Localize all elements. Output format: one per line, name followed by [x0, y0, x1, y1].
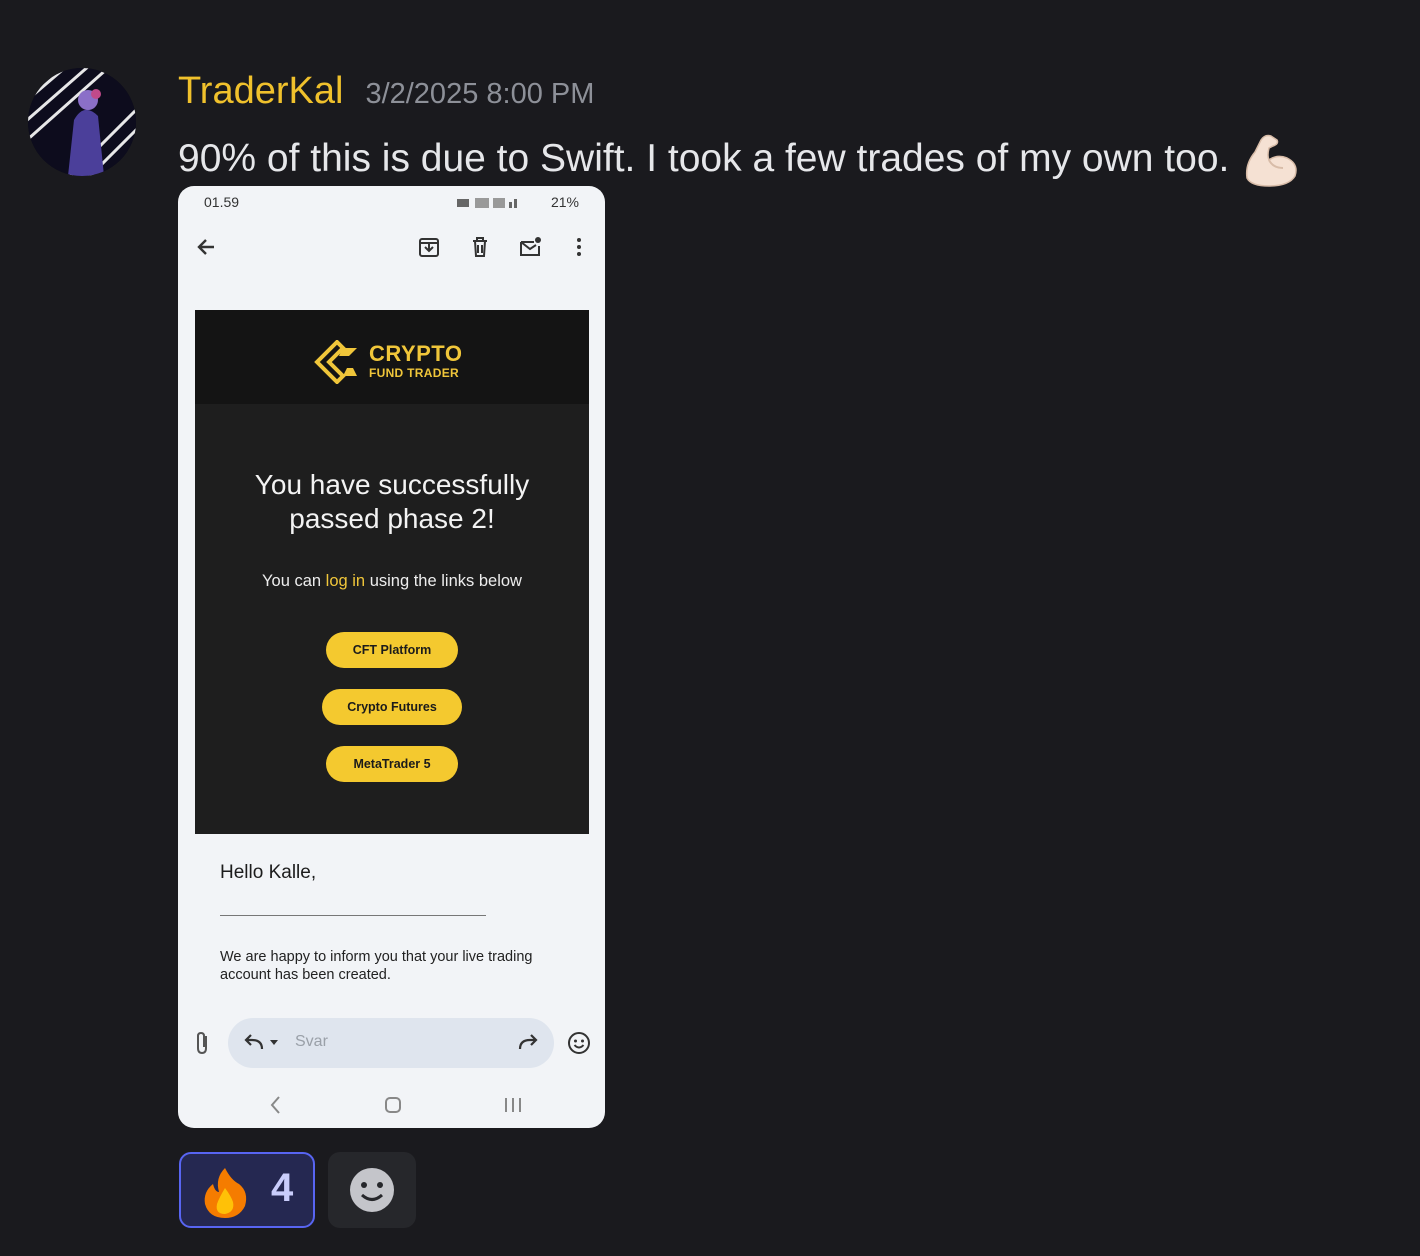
brand-name: CRYPTO: [369, 341, 463, 366]
email-body: We are happy to inform you that your liv…: [220, 949, 533, 983]
username[interactable]: TraderKal: [178, 70, 343, 113]
email-subtext: You can log in using the links below: [195, 572, 589, 591]
cft-platform-button[interactable]: CFT Platform: [326, 632, 458, 668]
headline-line-1: You have successfully: [254, 469, 530, 500]
fire-emoji-icon: [204, 1168, 247, 1218]
reply-icon[interactable]: [242, 1031, 284, 1055]
status-battery: 21%: [457, 194, 579, 210]
add-reaction-smiley-icon: [350, 1168, 394, 1212]
brand-subtitle: FUND TRADER: [369, 366, 459, 380]
nav-recents-icon[interactable]: [502, 1094, 524, 1116]
message-header: TraderKal 3/2/2025 8:00 PM: [178, 70, 594, 120]
phone-status-bar: 01.59 21%: [178, 186, 605, 220]
divider: [220, 915, 486, 916]
nav-back-icon[interactable]: [266, 1094, 286, 1116]
subtext-before: You can: [262, 572, 326, 590]
reaction-fire[interactable]: 4: [179, 1152, 315, 1228]
forward-icon[interactable]: [516, 1031, 540, 1055]
login-link[interactable]: log in: [326, 572, 365, 590]
attach-icon[interactable]: [192, 1030, 212, 1056]
image-attachment[interactable]: 01.59 21% CRYPTO FUND TRADER You have su…: [178, 186, 605, 1128]
user-avatar[interactable]: [28, 68, 136, 176]
reaction-count: 4: [271, 1166, 294, 1210]
back-arrow-icon[interactable]: [194, 234, 220, 260]
email-content-card: CRYPTO FUND TRADER You have successfully…: [195, 310, 589, 834]
crypto-futures-button[interactable]: Crypto Futures: [322, 689, 462, 725]
nav-home-icon[interactable]: [383, 1094, 403, 1116]
reply-bar[interactable]: Svar: [228, 1018, 554, 1068]
message-timestamp: 3/2/2025 8:00 PM: [365, 78, 595, 110]
archive-icon[interactable]: [416, 234, 442, 260]
crypto-fund-trader-logo-icon: [314, 340, 357, 384]
avatar-image: [28, 68, 136, 176]
flexed-biceps-emoji-icon: [1239, 128, 1301, 190]
status-icons: [457, 198, 518, 209]
email-greeting: Hello Kalle,: [220, 862, 317, 883]
headline-line-2: passed phase 2!: [289, 503, 495, 534]
battery-percent: 21%: [550, 194, 579, 210]
status-time: 01.59: [204, 194, 240, 210]
reply-placeholder: Svar: [295, 1033, 328, 1050]
emoji-icon[interactable]: [567, 1031, 591, 1055]
delete-icon[interactable]: [467, 234, 493, 260]
add-reaction-button[interactable]: [328, 1152, 416, 1228]
metatrader-5-button[interactable]: MetaTrader 5: [326, 746, 458, 782]
message-text: 90% of this is due to Swift. I took a fe…: [178, 128, 1301, 190]
mark-unread-icon[interactable]: [517, 234, 543, 260]
message-body: 90% of this is due to Swift. I took a fe…: [178, 137, 1230, 180]
more-options-icon[interactable]: [566, 234, 592, 260]
email-headline: You have successfully passed phase 2!: [195, 468, 589, 536]
subtext-after: using the links below: [365, 572, 522, 590]
email-banner: CRYPTO FUND TRADER: [195, 310, 589, 404]
